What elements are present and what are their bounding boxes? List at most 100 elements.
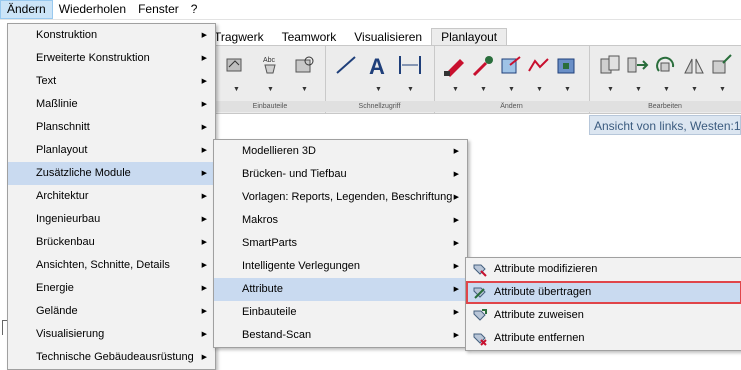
attribute-assign-icon <box>473 309 487 321</box>
ribbon-group-label: Schnellzugriff <box>325 101 434 112</box>
attribute-entfernen-item[interactable]: Attribute entfernen <box>466 327 741 350</box>
transfer-format-icon[interactable] <box>498 53 524 77</box>
menu-item-label: Architektur <box>36 190 89 202</box>
menu-item-energie[interactable]: Energie ▶ <box>8 277 215 300</box>
menu-item-architektur[interactable]: Architektur ▶ <box>8 185 215 208</box>
chevron-right-icon: ▶ <box>201 32 207 39</box>
chevron-down-icon[interactable]: ▼ <box>663 86 670 93</box>
attribute-transfer-icon <box>473 287 486 299</box>
submenu-item-makros[interactable]: Makros ▶ <box>214 209 467 232</box>
menu-item-gelaende[interactable]: Gelände ▶ <box>8 300 215 323</box>
menu-item-zusaetzliche-module[interactable]: Zusätzliche Module ▶ <box>8 162 215 185</box>
menu-fenster[interactable]: Fenster <box>132 0 185 19</box>
aendern-menu: Konstruktion ▶ Erweiterte Konstruktion ▶ T… <box>7 23 216 370</box>
polyline-icon[interactable] <box>526 53 552 77</box>
chevron-down-icon[interactable]: ▼ <box>480 86 487 93</box>
rotate-icon[interactable] <box>653 53 679 77</box>
chevron-down-icon[interactable]: ▼ <box>607 86 614 93</box>
tab-teamwork[interactable]: Teamwork <box>273 29 346 45</box>
menu-aendern[interactable]: Ändern <box>0 0 53 19</box>
mounting-part-icon[interactable] <box>223 53 249 77</box>
attribute-modify-icon <box>473 264 487 277</box>
attribute-uebertragen-item[interactable]: Attribute übertragen <box>466 281 741 304</box>
element-icon[interactable] <box>554 53 580 77</box>
attribute-zuweisen-item[interactable]: Attribute zuweisen <box>466 304 741 327</box>
move-icon[interactable] <box>625 53 651 77</box>
chevron-down-icon[interactable]: ▼ <box>564 86 571 93</box>
mirror-icon[interactable] <box>681 53 707 77</box>
menu-item-label: Brückenbau <box>36 236 95 248</box>
chevron-down-icon[interactable]: ▼ <box>452 86 459 93</box>
menu-item-label: Intelligente Verlegungen <box>242 260 361 272</box>
menu-item-visualisierung[interactable]: Visualisierung ▶ <box>8 323 215 346</box>
menu-item-label: Maßlinie <box>36 98 78 110</box>
menu-item-planlayout[interactable]: Planlayout ▶ <box>8 139 215 162</box>
text-icon[interactable]: A <box>365 53 391 77</box>
menu-item-label: Attribute übertragen <box>494 286 592 298</box>
menu-item-erweiterte-konstruktion[interactable]: Erweiterte Konstruktion ▶ <box>8 47 215 70</box>
ribbon-group-bearbeiten: ▼ ▼ ▼ ▼ ▼ Bearbeiten <box>589 46 741 113</box>
tab-visualisieren[interactable]: Visualisieren <box>345 29 431 45</box>
submenu-item-intelligente-verlegungen[interactable]: Intelligente Verlegungen ▶ <box>214 255 467 278</box>
chevron-down-icon[interactable]: ▼ <box>233 86 240 93</box>
menu-item-label: Gelände <box>36 305 78 317</box>
pipette-icon[interactable] <box>470 53 496 77</box>
chevron-down-icon[interactable]: ▼ <box>691 86 698 93</box>
chevron-down-icon[interactable]: ▼ <box>407 86 414 93</box>
menu-item-label: Text <box>36 75 57 87</box>
attribute-submenu: Attribute modifizieren Attribute übertra… <box>465 257 741 351</box>
menu-item-tga[interactable]: Technische Gebäudeausrüstung ▶ <box>8 346 215 369</box>
submenu-item-einbauteile[interactable]: Einbauteile ▶ <box>214 301 467 324</box>
menu-item-konstruktion[interactable]: Konstruktion ▶ <box>8 24 215 47</box>
submenu-item-vorlagen[interactable]: Vorlagen: Reports, Legenden, Beschriftun… <box>214 186 467 209</box>
copy-icon[interactable] <box>597 53 623 77</box>
ribbon-panel: der Abc ▼ ▼ ▼ Einbauteile A ▼ ▼ Schnellz… <box>205 45 741 114</box>
chevron-down-icon[interactable]: ▼ <box>375 86 382 93</box>
submenu-item-bruecken-tiefbau[interactable]: Brücken- und Tiefbau ▶ <box>214 163 467 186</box>
attribute-modifizieren-item[interactable]: Attribute modifizieren <box>466 258 741 281</box>
chevron-right-icon: ▶ <box>453 148 459 155</box>
chevron-down-icon[interactable]: ▼ <box>267 86 274 93</box>
menu-item-label: Planschnitt <box>36 121 90 133</box>
menu-item-label: Einbauteile <box>242 306 297 318</box>
chevron-right-icon: ▶ <box>201 354 207 361</box>
menu-item-planschnitt[interactable]: Planschnitt ▶ <box>8 116 215 139</box>
menu-item-label: Technische Gebäudeausrüstung <box>36 351 194 363</box>
pen-icon[interactable] <box>442 53 468 77</box>
chevron-right-icon: ▶ <box>453 240 459 247</box>
chevron-down-icon[interactable]: ▼ <box>719 86 726 93</box>
menu-item-masslinie[interactable]: Maßlinie ▶ <box>8 93 215 116</box>
chevron-right-icon: ▶ <box>453 194 459 201</box>
line-icon[interactable] <box>333 53 359 77</box>
tab-planlayout[interactable]: Planlayout <box>431 28 508 45</box>
modify-part-icon[interactable] <box>291 53 317 77</box>
submenu-item-modellieren-3d[interactable]: Modellieren 3D ▶ <box>214 140 467 163</box>
menu-item-ansichten[interactable]: Ansichten, Schnitte, Details ▶ <box>8 254 215 277</box>
ribbon-group-einbauteile: Abc ▼ ▼ ▼ Einbauteile <box>215 46 326 113</box>
menu-item-label: Modellieren 3D <box>242 145 316 157</box>
menu-help[interactable]: ? <box>185 0 204 19</box>
menu-item-label: Attribute zuweisen <box>494 309 584 321</box>
chevron-down-icon[interactable]: ▼ <box>508 86 515 93</box>
menu-item-label: Makros <box>242 214 279 226</box>
submenu-item-bestand-scan[interactable]: Bestand-Scan ▶ <box>214 324 467 347</box>
dimension-icon[interactable] <box>397 53 423 77</box>
menu-item-text[interactable]: Text ▶ <box>8 70 215 93</box>
chevron-right-icon: ▶ <box>453 286 459 293</box>
submenu-item-smartparts[interactable]: SmartParts ▶ <box>214 232 467 255</box>
chevron-down-icon[interactable]: ▼ <box>536 86 543 93</box>
menu-item-brueckenbau[interactable]: Brückenbau ▶ <box>8 231 215 254</box>
submenu-item-attribute[interactable]: Attribute ▶ <box>214 278 467 301</box>
chevron-down-icon[interactable]: ▼ <box>635 86 642 93</box>
chevron-right-icon: ▶ <box>201 331 207 338</box>
scale-icon[interactable] <box>709 53 735 77</box>
menu-item-label: Ingenieurbau <box>36 213 101 225</box>
chevron-right-icon: ▶ <box>453 309 459 316</box>
chevron-down-icon[interactable]: ▼ <box>301 86 308 93</box>
label-part-icon[interactable]: Abc <box>257 53 283 77</box>
chevron-right-icon: ▶ <box>201 239 207 246</box>
menu-wiederholen[interactable]: Wiederholen <box>53 0 132 19</box>
menu-item-ingenieurbau[interactable]: Ingenieurbau ▶ <box>8 208 215 231</box>
svg-text:A: A <box>369 54 385 77</box>
zusaetzliche-module-submenu: Modellieren 3D ▶ Brücken- und Tiefbau ▶ Vo… <box>213 139 468 348</box>
